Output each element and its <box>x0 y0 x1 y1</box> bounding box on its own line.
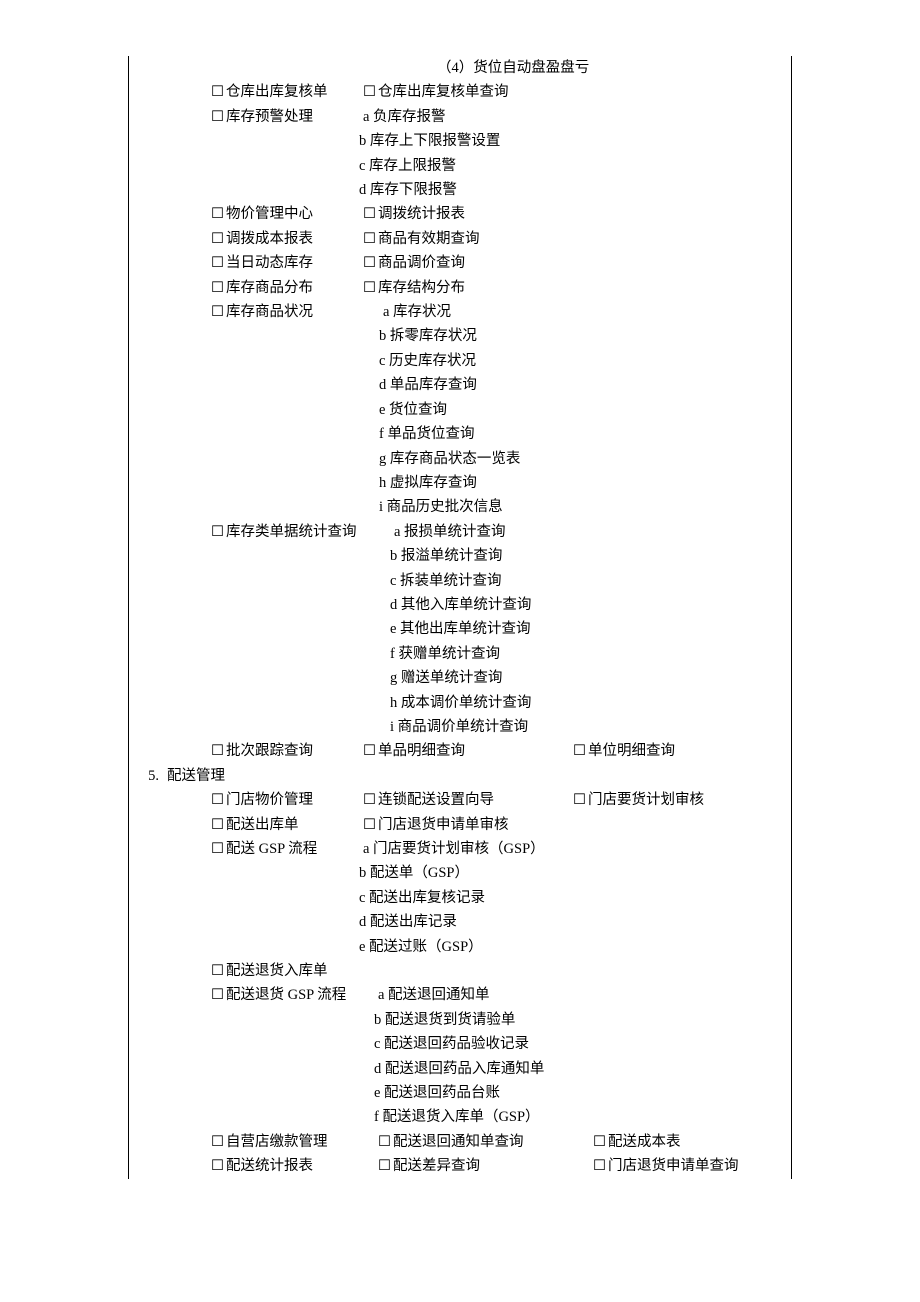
text: （4）货位自动盘盈盘亏 <box>129 56 791 80</box>
text: a 门店要货计划审核（GSP） <box>363 841 545 857</box>
item: 商品调价查询 <box>363 255 465 271</box>
text: a 配送退回通知单 <box>378 987 490 1003</box>
item: 配送退回通知单查询 <box>378 1134 524 1150</box>
item: 库存预警处理 <box>211 109 313 125</box>
item: 配送差异查询 <box>378 1158 480 1174</box>
text: b 库存上下限报警设置 <box>129 129 791 153</box>
item: 门店要货计划审核 <box>573 792 704 808</box>
item: 单品明细查询 <box>363 743 465 759</box>
text: b 报溢单统计查询 <box>129 544 791 568</box>
text: d 配送出库记录 <box>129 910 791 934</box>
item: 配送退货 GSP 流程 <box>211 987 346 1003</box>
item: 调拨统计报表 <box>363 206 465 222</box>
item: 门店退货申请单查询 <box>593 1158 739 1174</box>
text: f 单品货位查询 <box>129 422 791 446</box>
text: b 拆零库存状况 <box>129 324 791 348</box>
item: 连锁配送设置向导 <box>363 792 494 808</box>
text: c 库存上限报警 <box>129 154 791 178</box>
text: e 货位查询 <box>129 398 791 422</box>
item: 商品有效期查询 <box>363 231 480 247</box>
item: 配送统计报表 <box>211 1158 313 1174</box>
item: 配送 GSP 流程 <box>211 841 317 857</box>
text: b 配送单（GSP） <box>129 861 791 885</box>
item: 当日动态库存 <box>211 255 313 271</box>
item: 物价管理中心 <box>211 206 313 222</box>
text: e 配送退回药品台账 <box>129 1081 791 1105</box>
item: 自营店缴款管理 <box>211 1134 328 1150</box>
text: a 报损单统计查询 <box>394 524 506 540</box>
item: 门店退货申请单审核 <box>363 817 509 833</box>
item: 配送出库单 <box>211 817 299 833</box>
item: 批次跟踪查询 <box>211 743 313 759</box>
text: b 配送退货到货请验单 <box>129 1008 791 1032</box>
item: 配送退货入库单 <box>211 963 328 979</box>
text: c 配送出库复核记录 <box>129 886 791 910</box>
item: 库存商品状况 <box>211 304 313 320</box>
text: c 配送退回药品验收记录 <box>129 1032 791 1056</box>
item: 仓库出库复核单 <box>211 84 328 100</box>
text: d 单品库存查询 <box>129 373 791 397</box>
text: g 赠送单统计查询 <box>129 666 791 690</box>
item: 库存结构分布 <box>363 280 465 296</box>
item: 调拨成本报表 <box>211 231 313 247</box>
text: e 其他出库单统计查询 <box>129 617 791 641</box>
text: c 历史库存状况 <box>129 349 791 373</box>
item: 单位明细查询 <box>573 743 675 759</box>
section-number: 5. <box>129 764 163 788</box>
text: i 商品调价单统计查询 <box>129 715 791 739</box>
text: d 其他入库单统计查询 <box>129 593 791 617</box>
text: i 商品历史批次信息 <box>129 495 791 519</box>
section-title: 配送管理 <box>163 764 363 788</box>
item: 配送成本表 <box>593 1134 681 1150</box>
text: g 库存商品状态一览表 <box>129 447 791 471</box>
item: 库存类单据统计查询 <box>211 524 357 540</box>
item: 库存商品分布 <box>211 280 313 296</box>
text: a 负库存报警 <box>363 109 446 125</box>
item: 仓库出库复核单查询 <box>363 84 509 100</box>
text: h 虚拟库存查询 <box>129 471 791 495</box>
text: f 配送退货入库单（GSP） <box>129 1105 791 1129</box>
text: f 获赠单统计查询 <box>129 642 791 666</box>
text: d 库存下限报警 <box>129 178 791 202</box>
text: h 成本调价单统计查询 <box>129 691 791 715</box>
text: e 配送过账（GSP） <box>129 935 791 959</box>
item: 门店物价管理 <box>211 792 313 808</box>
text: d 配送退回药品入库通知单 <box>129 1057 791 1081</box>
text: a 库存状况 <box>383 304 451 320</box>
text: c 拆装单统计查询 <box>129 569 791 593</box>
